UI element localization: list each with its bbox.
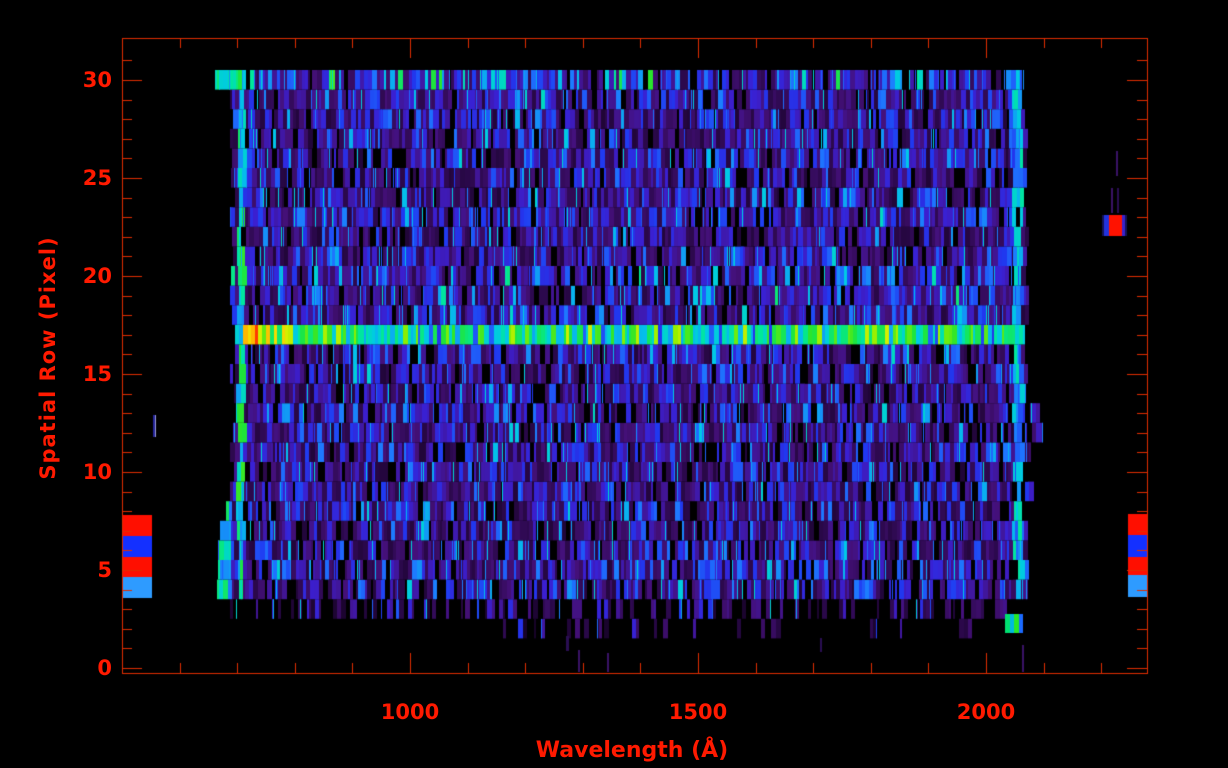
y-tick-label: 15	[82, 362, 112, 386]
y-tick-label: 0	[97, 656, 112, 680]
x-tick-label: 1500	[668, 700, 728, 724]
y-tick-label: 5	[97, 558, 112, 582]
y-tick-label: 10	[82, 460, 112, 484]
y-tick-label: 20	[82, 264, 112, 288]
x-tick-label: 2000	[956, 700, 1016, 724]
y-tick-label: 25	[82, 166, 112, 190]
y-axis-title: Spatial Row (Pixel)	[36, 236, 60, 480]
x-axis-title: Wavelength (Å)	[535, 738, 729, 763]
spectrogram-viewer-window: ra_151127074745_hisb_lin.fit 0 0.0062654…	[0, 0, 1228, 768]
y-tick-label: 30	[82, 68, 112, 92]
spectrogram-canvas	[0, 0, 1228, 768]
x-tick-label: 1000	[380, 700, 440, 724]
